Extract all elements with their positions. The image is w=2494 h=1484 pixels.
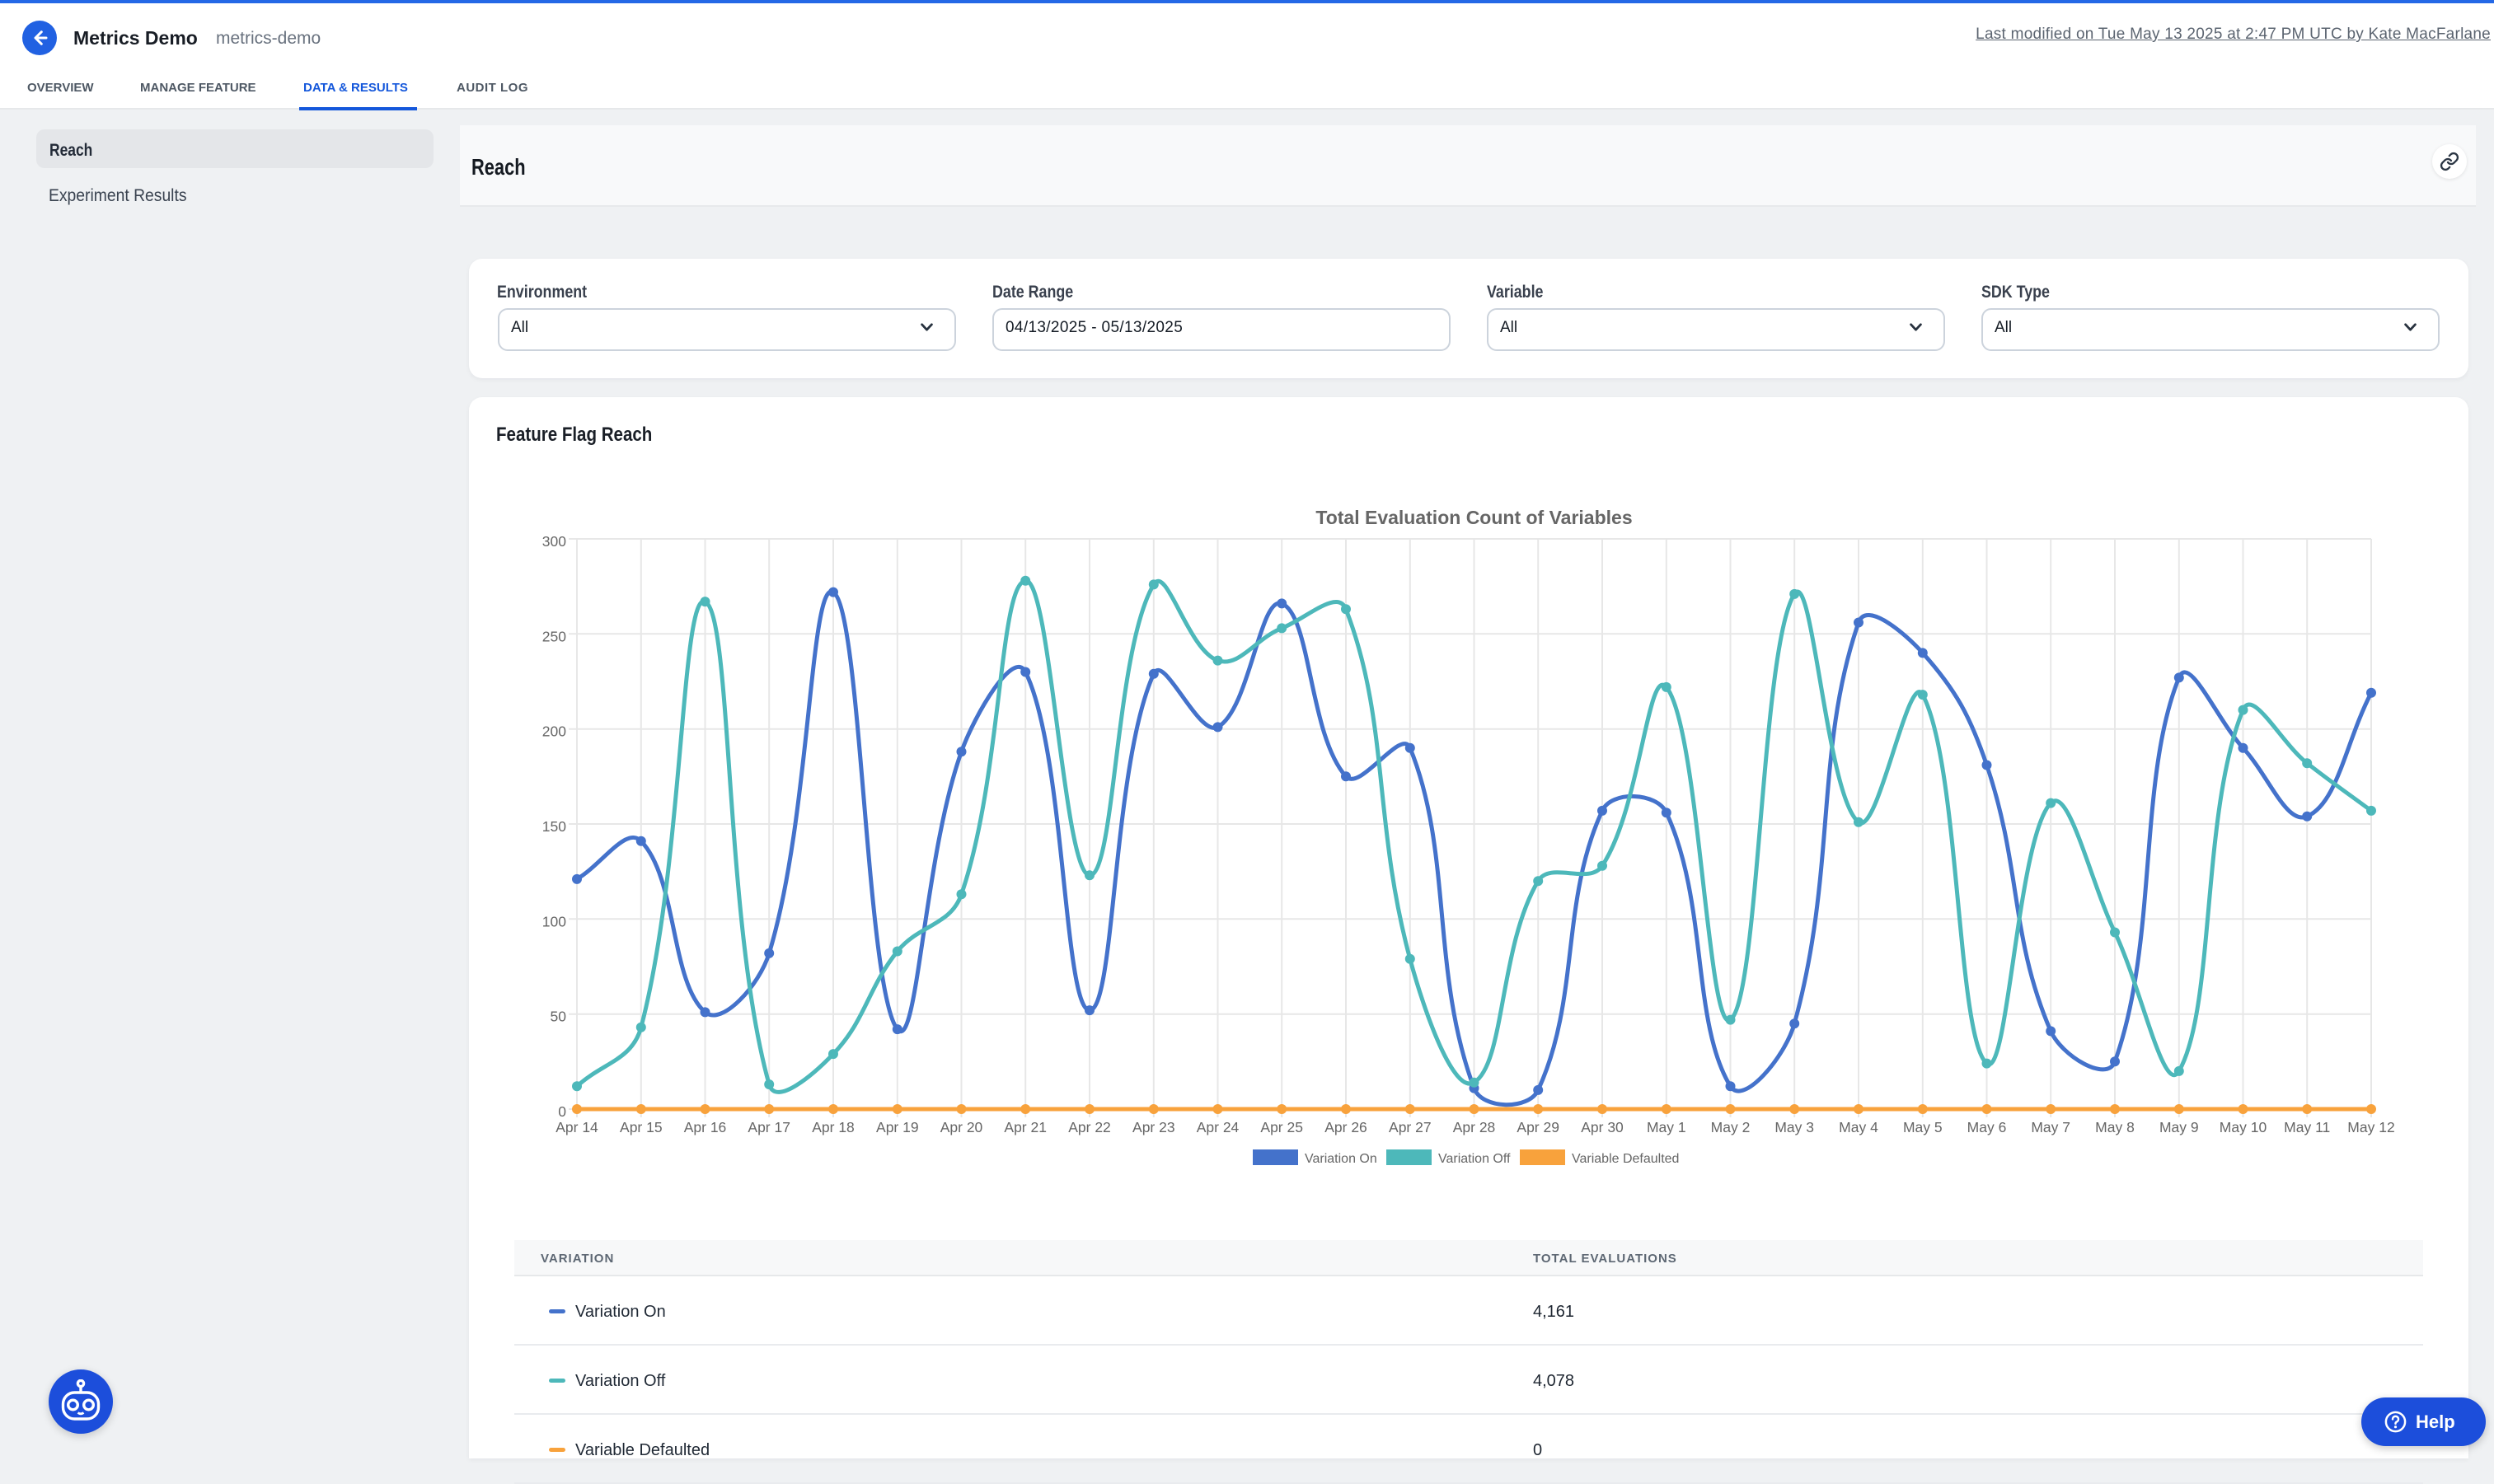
svg-text:Apr 25: Apr 25 <box>1260 1119 1303 1135</box>
svg-text:100: 100 <box>542 913 566 929</box>
svg-text:200: 200 <box>542 723 566 740</box>
svg-text:250: 250 <box>542 628 566 644</box>
svg-text:300: 300 <box>542 533 566 550</box>
svg-text:Apr 22: Apr 22 <box>1068 1119 1111 1135</box>
svg-text:May 8: May 8 <box>2095 1119 2135 1135</box>
svg-text:Apr 16: Apr 16 <box>684 1119 727 1135</box>
svg-text:Apr 29: Apr 29 <box>1517 1119 1559 1135</box>
svg-text:Apr 19: Apr 19 <box>876 1119 919 1135</box>
svg-text:May 7: May 7 <box>2031 1119 2070 1135</box>
svg-text:Apr 14: Apr 14 <box>556 1119 598 1135</box>
svg-text:Apr 27: Apr 27 <box>1389 1119 1432 1135</box>
svg-text:150: 150 <box>542 818 566 835</box>
svg-text:Apr 15: Apr 15 <box>620 1119 663 1135</box>
svg-text:Apr 28: Apr 28 <box>1453 1119 1496 1135</box>
svg-text:50: 50 <box>551 1009 567 1025</box>
svg-text:Apr 18: Apr 18 <box>812 1119 855 1135</box>
svg-text:May 9: May 9 <box>2159 1119 2199 1135</box>
svg-text:Variation On: Variation On <box>1305 1152 1377 1166</box>
svg-text:May 1: May 1 <box>1647 1119 1686 1135</box>
svg-text:Apr 17: Apr 17 <box>748 1119 790 1135</box>
svg-text:May 5: May 5 <box>1903 1119 1943 1135</box>
svg-text:Variable Defaulted: Variable Defaulted <box>1572 1152 1679 1166</box>
svg-text:Apr 23: Apr 23 <box>1132 1119 1175 1135</box>
svg-text:May 4: May 4 <box>1839 1119 1878 1135</box>
svg-text:May 2: May 2 <box>1711 1119 1751 1135</box>
svg-text:May 3: May 3 <box>1774 1119 1814 1135</box>
svg-text:May 12: May 12 <box>2347 1119 2394 1135</box>
svg-text:Apr 21: Apr 21 <box>1004 1119 1047 1135</box>
svg-text:Apr 26: Apr 26 <box>1324 1119 1367 1135</box>
svg-text:Variation Off: Variation Off <box>1438 1152 1511 1166</box>
svg-text:May 11: May 11 <box>2284 1119 2330 1135</box>
svg-text:Apr 24: Apr 24 <box>1197 1119 1240 1135</box>
svg-text:Apr 30: Apr 30 <box>1581 1119 1624 1135</box>
svg-text:Total Evaluation Count of Vari: Total Evaluation Count of Variables <box>1315 507 1632 528</box>
svg-text:0: 0 <box>558 1103 566 1120</box>
svg-text:May 10: May 10 <box>2220 1119 2267 1135</box>
svg-text:Apr 20: Apr 20 <box>940 1119 983 1135</box>
svg-text:May 6: May 6 <box>1967 1119 2007 1135</box>
